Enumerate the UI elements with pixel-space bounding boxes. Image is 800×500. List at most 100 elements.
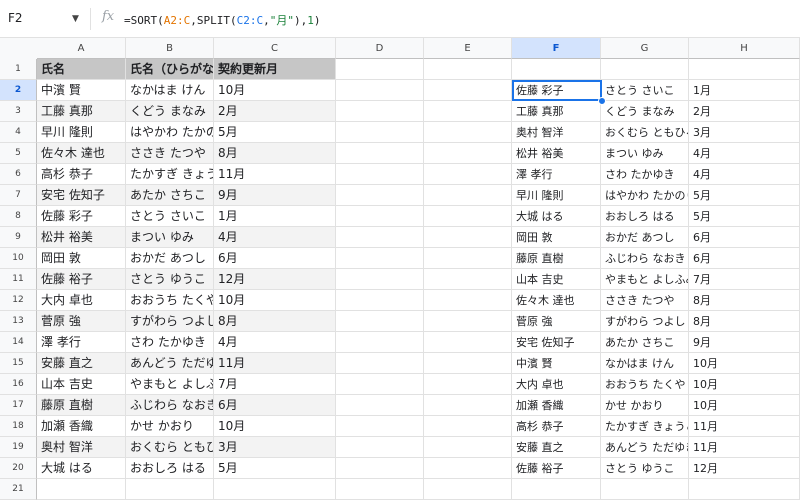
cell-a1[interactable]: 氏名: [37, 59, 126, 80]
cell-d7[interactable]: [336, 185, 424, 206]
cell-f14[interactable]: 安宅 佐知子: [512, 332, 601, 353]
cell-f19[interactable]: 安藤 直之: [512, 437, 601, 458]
cell-c6[interactable]: 11月: [214, 164, 336, 185]
cell-e12[interactable]: [424, 290, 512, 311]
cell-f17[interactable]: 加瀬 香織: [512, 395, 601, 416]
cell-b2[interactable]: なかはま けん: [126, 80, 214, 101]
row-header-21[interactable]: 21: [0, 479, 37, 500]
cell-a11[interactable]: 佐藤 裕子: [37, 269, 126, 290]
cell-d17[interactable]: [336, 395, 424, 416]
cell-c11[interactable]: 12月: [214, 269, 336, 290]
cell-e11[interactable]: [424, 269, 512, 290]
cell-g6[interactable]: さわ たかゆき: [601, 164, 689, 185]
cell-h9[interactable]: 6月: [689, 227, 800, 248]
cell-e19[interactable]: [424, 437, 512, 458]
cell-e14[interactable]: [424, 332, 512, 353]
cell-d15[interactable]: [336, 353, 424, 374]
cell-d13[interactable]: [336, 311, 424, 332]
cell-d18[interactable]: [336, 416, 424, 437]
cell-a18[interactable]: 加瀬 香織: [37, 416, 126, 437]
cell-g13[interactable]: すがわら つよし: [601, 311, 689, 332]
cell-a7[interactable]: 安宅 佐知子: [37, 185, 126, 206]
cell-f3[interactable]: 工藤 真那: [512, 101, 601, 122]
cell-e1[interactable]: [424, 59, 512, 80]
cell-f11[interactable]: 山本 吉史: [512, 269, 601, 290]
cell-g8[interactable]: おおしろ はる: [601, 206, 689, 227]
row-header-4[interactable]: 4: [0, 122, 37, 143]
column-header-h[interactable]: H: [689, 38, 800, 59]
cell-a19[interactable]: 奥村 智洋: [37, 437, 126, 458]
cell-c15[interactable]: 11月: [214, 353, 336, 374]
cell-f21[interactable]: [512, 479, 601, 500]
cell-f18[interactable]: 高杉 恭子: [512, 416, 601, 437]
cell-c17[interactable]: 6月: [214, 395, 336, 416]
cell-h11[interactable]: 7月: [689, 269, 800, 290]
cell-a20[interactable]: 大城 はる: [37, 458, 126, 479]
row-header-8[interactable]: 8: [0, 206, 37, 227]
cell-a5[interactable]: 佐々木 達也: [37, 143, 126, 164]
cell-b13[interactable]: すがわら つよし: [126, 311, 214, 332]
cell-g2[interactable]: さとう さいこ: [601, 80, 689, 101]
cell-e7[interactable]: [424, 185, 512, 206]
row-header-5[interactable]: 5: [0, 143, 37, 164]
cell-g17[interactable]: かせ かおり: [601, 395, 689, 416]
cell-a4[interactable]: 早川 隆則: [37, 122, 126, 143]
cell-e5[interactable]: [424, 143, 512, 164]
cell-g19[interactable]: あんどう ただゆき: [601, 437, 689, 458]
cell-a3[interactable]: 工藤 真那: [37, 101, 126, 122]
cell-c4[interactable]: 5月: [214, 122, 336, 143]
cell-a6[interactable]: 高杉 恭子: [37, 164, 126, 185]
cell-f5[interactable]: 松井 裕美: [512, 143, 601, 164]
cell-a15[interactable]: 安藤 直之: [37, 353, 126, 374]
cell-b16[interactable]: やまもと よしふみ: [126, 374, 214, 395]
row-header-16[interactable]: 16: [0, 374, 37, 395]
row-header-10[interactable]: 10: [0, 248, 37, 269]
cell-c9[interactable]: 4月: [214, 227, 336, 248]
cell-c10[interactable]: 6月: [214, 248, 336, 269]
cell-g7[interactable]: はやかわ たかのり: [601, 185, 689, 206]
cell-a2[interactable]: 中濱 賢: [37, 80, 126, 101]
cell-b17[interactable]: ふじわら なおき: [126, 395, 214, 416]
cell-c2[interactable]: 10月: [214, 80, 336, 101]
cell-d4[interactable]: [336, 122, 424, 143]
cell-a14[interactable]: 澤 孝行: [37, 332, 126, 353]
cell-c5[interactable]: 8月: [214, 143, 336, 164]
column-header-e[interactable]: E: [424, 38, 512, 59]
cell-b7[interactable]: あたか さちこ: [126, 185, 214, 206]
cell-f10[interactable]: 藤原 直樹: [512, 248, 601, 269]
cell-g11[interactable]: やまもと よしふみ: [601, 269, 689, 290]
cell-g15[interactable]: なかはま けん: [601, 353, 689, 374]
cell-d1[interactable]: [336, 59, 424, 80]
row-header-13[interactable]: 13: [0, 311, 37, 332]
cell-g21[interactable]: [601, 479, 689, 500]
cell-h3[interactable]: 2月: [689, 101, 800, 122]
cell-c20[interactable]: 5月: [214, 458, 336, 479]
cell-h14[interactable]: 9月: [689, 332, 800, 353]
cell-h7[interactable]: 5月: [689, 185, 800, 206]
cell-d11[interactable]: [336, 269, 424, 290]
cell-g12[interactable]: ささき たつや: [601, 290, 689, 311]
cell-b10[interactable]: おかだ あつし: [126, 248, 214, 269]
cell-a17[interactable]: 藤原 直樹: [37, 395, 126, 416]
cell-e15[interactable]: [424, 353, 512, 374]
cell-a13[interactable]: 菅原 強: [37, 311, 126, 332]
cell-g10[interactable]: ふじわら なおき: [601, 248, 689, 269]
fill-handle[interactable]: [598, 97, 606, 105]
cell-h19[interactable]: 11月: [689, 437, 800, 458]
cell-d12[interactable]: [336, 290, 424, 311]
formula-input[interactable]: =SORT(A2:C,SPLIT(C2:C,"月"),1): [124, 12, 320, 28]
cell-h12[interactable]: 8月: [689, 290, 800, 311]
cell-f2[interactable]: 佐藤 彩子: [512, 80, 601, 101]
cell-e21[interactable]: [424, 479, 512, 500]
cell-g14[interactable]: あたか さちこ: [601, 332, 689, 353]
cell-b19[interactable]: おくむら ともひろ: [126, 437, 214, 458]
row-header-11[interactable]: 11: [0, 269, 37, 290]
cell-h20[interactable]: 12月: [689, 458, 800, 479]
cell-b8[interactable]: さとう さいこ: [126, 206, 214, 227]
cell-b14[interactable]: さわ たかゆき: [126, 332, 214, 353]
row-header-12[interactable]: 12: [0, 290, 37, 311]
cell-b15[interactable]: あんどう ただゆき: [126, 353, 214, 374]
cell-d3[interactable]: [336, 101, 424, 122]
column-header-g[interactable]: G: [601, 38, 689, 59]
cell-e6[interactable]: [424, 164, 512, 185]
